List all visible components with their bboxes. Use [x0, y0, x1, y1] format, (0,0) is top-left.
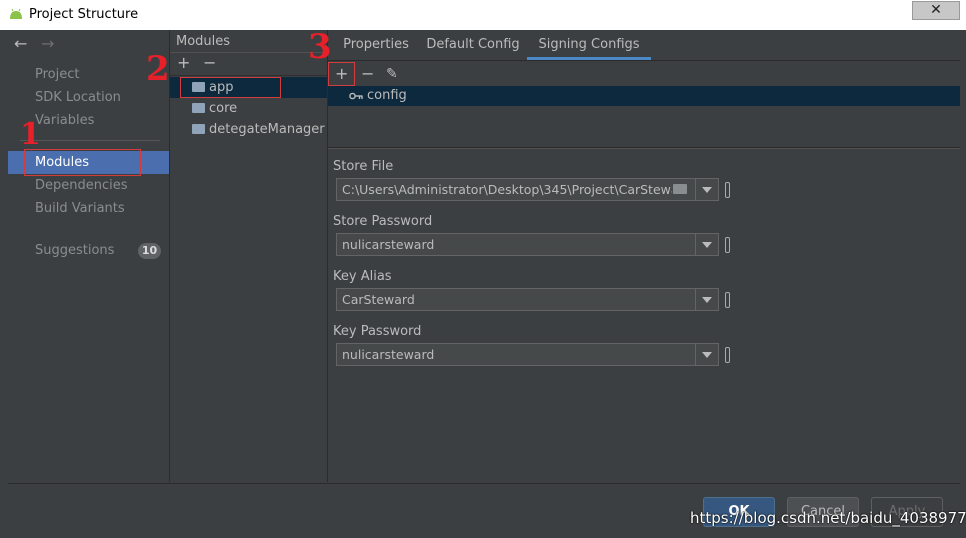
tab-default-config[interactable]: Default Config — [419, 36, 527, 60]
annotation-number-2: 2 — [146, 49, 170, 89]
key-icon — [349, 92, 363, 100]
annotation-box-modules — [24, 149, 141, 176]
field-side-handle — [725, 347, 730, 363]
remove-config-button[interactable]: − — [361, 66, 374, 82]
store-file-value: C:\Users\Administrator\Desktop\345\Proje… — [342, 182, 672, 197]
store-password-value: nulicarsteward — [342, 237, 435, 252]
chevron-down-icon[interactable] — [695, 234, 718, 255]
module-label: detegateManager — [209, 122, 325, 137]
tab-properties[interactable]: Properties — [333, 36, 419, 60]
module-item-core[interactable]: core — [170, 98, 327, 119]
forward-arrow-icon[interactable]: → — [41, 34, 54, 53]
config-item[interactable]: config — [328, 86, 960, 106]
tab-signing-configs[interactable]: Signing Configs — [527, 36, 651, 60]
module-label: core — [209, 101, 238, 116]
title-bar: Project Structure ✕ — [0, 0, 966, 30]
field-side-handle — [725, 292, 730, 308]
sidebar-item-dependencies[interactable]: Dependencies — [8, 174, 169, 197]
close-button[interactable]: ✕ — [912, 1, 960, 20]
chevron-down-icon[interactable] — [695, 179, 718, 200]
store-password-label: Store Password — [333, 214, 433, 229]
annotation-box-app — [180, 77, 281, 98]
modules-toolbar: + − — [170, 52, 327, 76]
sidebar-divider — [20, 140, 160, 141]
folder-icon[interactable] — [673, 184, 687, 194]
config-label: config — [367, 88, 407, 103]
signing-form: Store File C:\Users\Administrator\Deskto… — [328, 148, 960, 483]
key-password-label: Key Password — [333, 324, 422, 339]
edit-config-icon[interactable]: ✎ — [386, 66, 398, 82]
key-alias-combo[interactable]: CarSteward — [336, 288, 719, 311]
key-password-value: nulicarsteward — [342, 347, 435, 362]
sidebar-item-build-variants[interactable]: Build Variants — [8, 197, 169, 220]
window-title: Project Structure — [29, 7, 139, 22]
watermark-text: https://blog.csdn.net/baidu_40389775 — [690, 509, 966, 527]
annotation-number-1: 1 — [20, 117, 41, 152]
field-side-handle — [725, 182, 730, 198]
signing-config-list: config — [328, 85, 960, 148]
dialog-body: ← → Project SDK Location Variables Modul… — [8, 30, 960, 533]
android-icon — [10, 8, 22, 19]
tab-bar: Properties Default Config Signing Config… — [328, 30, 960, 61]
chevron-down-icon[interactable] — [695, 344, 718, 365]
sidebar: ← → Project SDK Location Variables Modul… — [8, 30, 170, 482]
module-item-detegatemanager[interactable]: detegateManager — [170, 119, 327, 140]
annotation-number-3: 3 — [308, 27, 332, 67]
store-password-combo[interactable]: nulicarsteward — [336, 233, 719, 256]
sidebar-item-project[interactable]: Project — [8, 63, 169, 86]
chevron-down-icon[interactable] — [695, 289, 718, 310]
suggestions-count-badge: 10 — [138, 243, 161, 259]
key-alias-label: Key Alias — [333, 269, 392, 284]
modules-header: Modules — [176, 34, 231, 49]
sidebar-item-sdk-location[interactable]: SDK Location — [8, 86, 169, 109]
field-side-handle — [725, 237, 730, 253]
annotation-box-add — [328, 62, 355, 86]
module-folder-icon — [192, 124, 205, 134]
add-module-button[interactable]: + — [177, 55, 190, 71]
back-arrow-icon[interactable]: ← — [14, 34, 27, 53]
module-folder-icon — [192, 103, 205, 113]
store-file-combo[interactable]: C:\Users\Administrator\Desktop\345\Proje… — [336, 178, 719, 201]
key-password-combo[interactable]: nulicarsteward — [336, 343, 719, 366]
key-alias-value: CarSteward — [342, 292, 415, 307]
store-file-label: Store File — [333, 159, 394, 174]
module-settings: Properties Default Config Signing Config… — [328, 30, 960, 482]
remove-module-button[interactable]: − — [203, 55, 216, 71]
signing-toolbar: + − ✎ — [328, 63, 960, 85]
